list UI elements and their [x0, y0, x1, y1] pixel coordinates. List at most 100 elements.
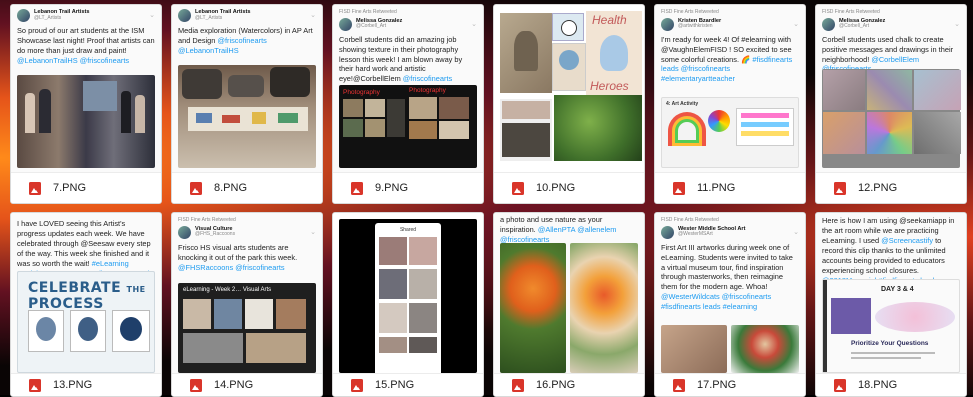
tweet-handle: @Corbell_Art [356, 23, 387, 30]
tweet-photo: eLearning - Week 2… Visual Arts [178, 283, 316, 373]
artwork-text: Health [592, 13, 627, 27]
tweet-photo: CELEBRATE THE PROCESS [17, 271, 155, 373]
file-card-10[interactable]: Health Heroes 10.PNG [493, 4, 645, 204]
file-card-12[interactable]: FISD Fine Arts Retweeted Melissa Gonzale… [815, 4, 967, 204]
file-card-8[interactable]: Lebanon Trail Artists @LT_Artists ⌄ Medi… [171, 4, 323, 204]
file-card-9[interactable]: FISD Fine Arts Retweeted Melissa Gonzale… [332, 4, 484, 204]
avatar [822, 17, 835, 31]
thumbnail: Lebanon Trail Artists @LT_Artists ⌄ Medi… [172, 5, 322, 172]
retweet-label: FISD Fine Arts Retweeted [661, 9, 719, 15]
tweet-photo: DAY 3 & 4 Prioritize Your Questions [822, 279, 960, 373]
tweet-handle: @WesterMSArt [678, 231, 713, 238]
tweet-handle: @FHS_Raccoons [195, 231, 236, 238]
file-card-17[interactable]: FISD Fine Arts Retweeted Wester Middle S… [654, 212, 806, 397]
file-card-14[interactable]: FISD Fine Arts Retweeted Visual Culture … [171, 212, 323, 397]
file-card-16[interactable]: a photo and use nature as your inspirati… [493, 212, 645, 397]
file-footer: 15.PNG [333, 373, 483, 396]
chevron-down-icon: ⌄ [471, 20, 477, 28]
tweet-link: @friscofinearts [402, 74, 453, 84]
file-name: 10.PNG [536, 182, 576, 194]
thumbnail: FISD Fine Arts Retweeted Melissa Gonzale… [816, 5, 966, 172]
chevron-down-icon: ⌄ [149, 11, 155, 19]
image-file-icon [512, 181, 524, 195]
file-name: 17.PNG [697, 379, 737, 391]
file-card-15[interactable]: Shared 15.PNG [332, 212, 484, 397]
chevron-down-icon: ⌄ [793, 228, 799, 236]
image-file-icon [351, 181, 363, 195]
image-file-icon [29, 181, 41, 195]
avatar [661, 225, 674, 239]
chevron-down-icon: ⌄ [793, 20, 799, 28]
retweet-label: FISD Fine Arts Retweeted [178, 217, 236, 223]
artwork-text: Heroes [590, 79, 629, 93]
slide-heading: Prioritize Your Questions [851, 340, 929, 347]
image-file-icon [190, 181, 202, 195]
file-footer: 9.PNG [333, 172, 483, 203]
image-file-icon [834, 181, 846, 195]
chevron-down-icon: ⌄ [310, 228, 316, 236]
file-name: 12.PNG [858, 182, 898, 194]
retweet-label: FISD Fine Arts Retweeted [661, 217, 719, 223]
avatar [178, 225, 191, 239]
file-footer: 16.PNG [494, 373, 644, 396]
file-footer: 12.PNG [816, 172, 966, 203]
tweet-text: I have LOVED seeing this Artist's progre… [17, 219, 151, 268]
file-card-11[interactable]: FISD Fine Arts Retweeted Kristen Bzardle… [654, 4, 806, 204]
thumbnail: I have LOVED seeing this Artist's progre… [11, 213, 161, 373]
tweet-link: @FHSRaccoons @friscofinearts [178, 262, 285, 272]
file-name: 15.PNG [375, 379, 415, 391]
tweet-photo [731, 325, 799, 373]
thumbnail: Lebanon Trail Artists @LT_Artists ⌄ So p… [11, 5, 161, 172]
avatar [178, 9, 191, 22]
file-name: 14.PNG [214, 379, 254, 391]
file-name: 9.PNG [375, 182, 409, 194]
file-footer: 8.PNG [172, 172, 322, 203]
file-footer: 14.PNG [172, 373, 322, 396]
thumbnail: FISD Fine Arts Retweeted Melissa Gonzale… [333, 5, 483, 172]
file-name: 8.PNG [214, 182, 248, 194]
tweet-photo: Photography Photography [339, 85, 477, 168]
image-file-icon [673, 378, 685, 392]
image-file-icon [351, 378, 363, 392]
file-name: 18.PNG [858, 379, 898, 391]
image-file-icon [29, 378, 41, 392]
photo-label: eLearning - Week 2… Visual Arts [183, 287, 272, 293]
tweet-text: First Art III artworks during week one o… [661, 242, 793, 292]
tweet-photo [661, 325, 727, 373]
file-name: 13.PNG [53, 379, 93, 391]
file-name: 11.PNG [697, 182, 736, 194]
tweet-text: So proud of our art students at the ISM … [17, 26, 155, 55]
banner-word: THE [126, 285, 146, 294]
avatar [17, 9, 30, 22]
file-footer: 18.PNG [816, 373, 966, 396]
photo-label: 4: Art Activity [666, 101, 699, 107]
slide-title: DAY 3 & 4 [881, 286, 914, 293]
tweet-handle: @LT_Artists [195, 14, 223, 21]
tweet-link: @WesterWildcats @friscofinearts #fisdfin… [661, 292, 772, 312]
tweet-photo [17, 75, 155, 168]
photo-label: Photography [343, 89, 380, 96]
file-name: 7.PNG [53, 182, 87, 194]
file-footer: 11.PNG [655, 172, 805, 203]
file-card-13[interactable]: I have LOVED seeing this Artist's progre… [10, 212, 162, 397]
file-card-18[interactable]: Here is how I am using @seekamiapp in th… [815, 212, 967, 397]
tweet-handle: @artwithkristen [678, 23, 713, 30]
file-name: 16.PNG [536, 379, 576, 391]
image-file-icon [834, 378, 846, 392]
tweet-text: Frisco HS visual arts students are knock… [178, 242, 298, 262]
chevron-down-icon: ⌄ [310, 11, 316, 19]
thumbnail: FISD Fine Arts Retweeted Wester Middle S… [655, 213, 805, 373]
thumbnail: a photo and use nature as your inspirati… [494, 213, 644, 373]
chevron-down-icon: ⌄ [954, 20, 960, 28]
tweet-photo [570, 243, 638, 373]
tweet-photo: 4: Art Activity [661, 97, 799, 168]
file-card-7[interactable]: Lebanon Trail Artists @LT_Artists ⌄ So p… [10, 4, 162, 204]
tweet-photo [500, 243, 566, 373]
tweet-link: @Screencastify [881, 235, 934, 245]
file-footer: 10.PNG [494, 172, 644, 203]
image-file-icon [673, 181, 685, 195]
thumbnail: FISD Fine Arts Retweeted Visual Culture … [172, 213, 322, 373]
tweet-handle: @LT_Artists [34, 14, 62, 21]
photo-label: Photography [409, 87, 446, 94]
thumbnail: Health Heroes [494, 5, 644, 172]
